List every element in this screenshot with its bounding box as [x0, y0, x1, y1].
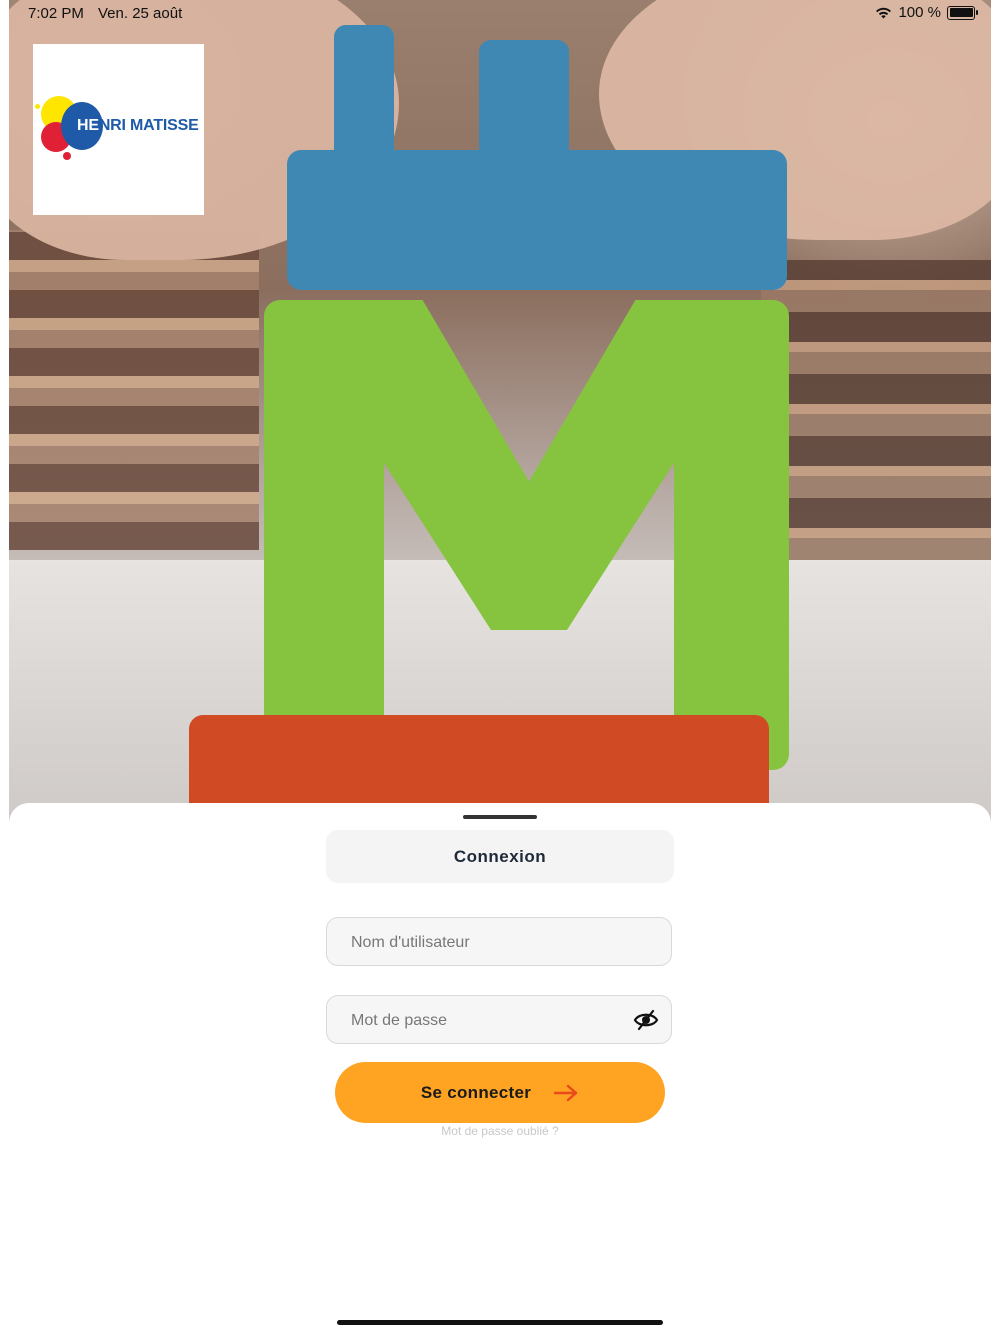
logo-wordmark: HENRI MATISSE [77, 117, 199, 134]
tab-connexion[interactable]: Connexion [326, 830, 674, 883]
username-input[interactable] [349, 918, 623, 967]
henri-matisse-logo: HENRI MATISSE [33, 44, 204, 215]
status-bar: 7:02 PM Ven. 25 août 100 % [0, 0, 1000, 28]
login-button-label: Se connecter [420, 1082, 532, 1102]
status-right: 100 % [875, 4, 978, 21]
arrow-right-icon [553, 1084, 578, 1101]
eye-slash-icon[interactable] [633, 1008, 659, 1032]
username-field[interactable] [326, 917, 672, 967]
battery-percentage: 100 % [898, 4, 941, 21]
forgot-password-link[interactable]: Mot de passe oublié ? [0, 1124, 1000, 1138]
status-date: Ven. 25 août [98, 5, 183, 22]
battery-icon [947, 5, 978, 20]
wifi-icon [876, 7, 892, 19]
status-time: 7:02 PM [28, 5, 84, 22]
password-input[interactable] [349, 996, 623, 1045]
home-indicator[interactable] [337, 1320, 663, 1325]
sheet-grabber[interactable] [463, 815, 537, 819]
password-field[interactable] [326, 995, 672, 1045]
login-button[interactable]: Se connecter [335, 1062, 665, 1123]
